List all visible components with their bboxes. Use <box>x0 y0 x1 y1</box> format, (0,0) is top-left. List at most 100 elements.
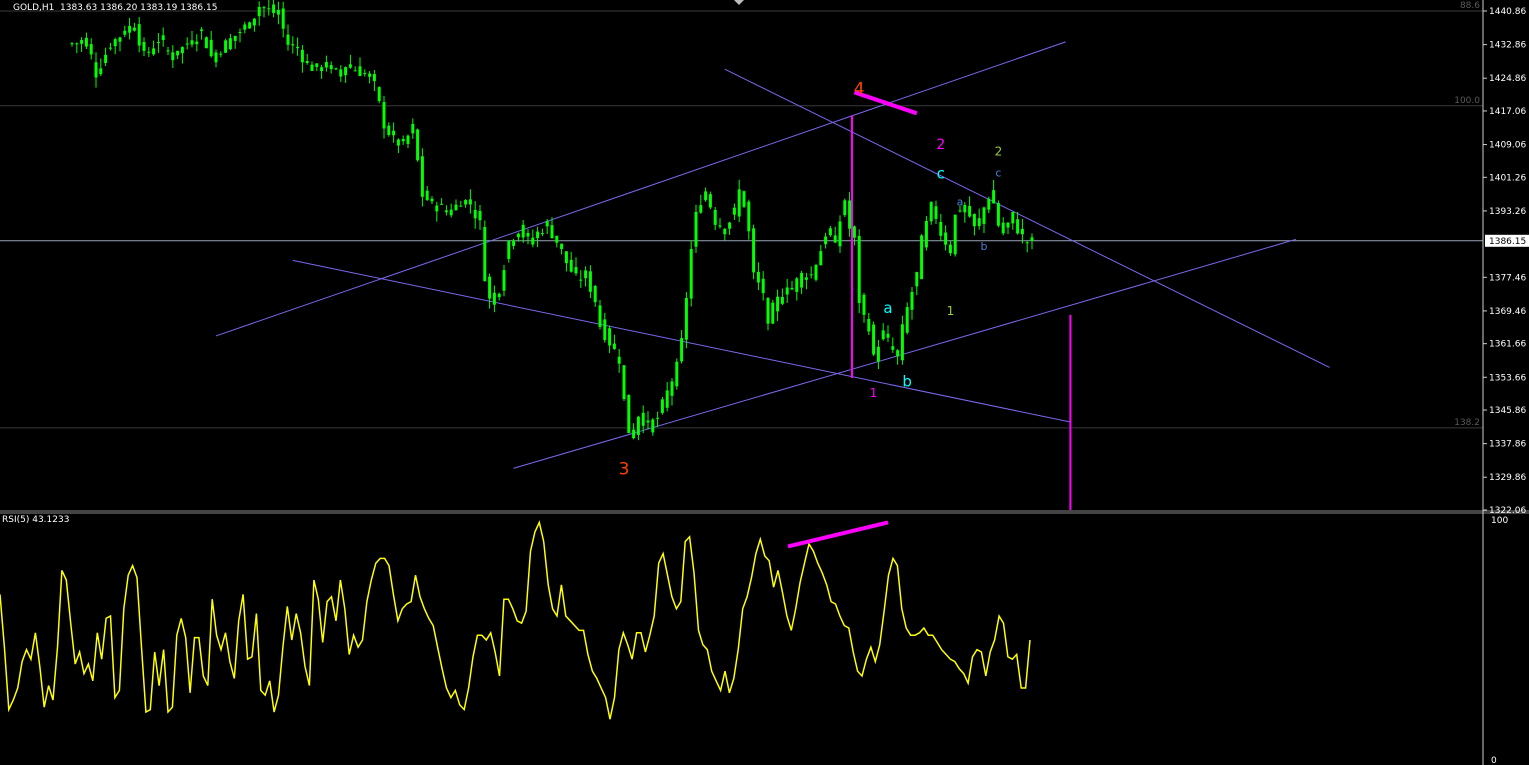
candle-body <box>872 324 876 355</box>
candle-body <box>920 235 924 280</box>
candle-body <box>1016 219 1020 234</box>
candle-body <box>185 43 189 45</box>
candle-body <box>454 204 458 210</box>
candle-body <box>416 129 420 161</box>
candle-body <box>248 22 252 29</box>
candle-body <box>80 40 84 44</box>
candle-body <box>252 18 256 26</box>
candle-body <box>161 35 165 41</box>
candle-body <box>425 190 429 201</box>
candle-body <box>411 123 415 134</box>
candle-body <box>809 274 813 276</box>
candle-body <box>675 361 679 387</box>
candle-body <box>449 209 453 216</box>
candle-body <box>896 350 900 357</box>
candle-body <box>771 302 775 324</box>
candle-body <box>560 243 564 250</box>
candle-body <box>363 72 367 75</box>
candle-body <box>670 381 674 396</box>
candle-body <box>396 139 400 146</box>
candle-body <box>70 43 74 45</box>
candle-body <box>723 228 727 235</box>
candle-body <box>502 270 506 291</box>
candle-body <box>550 225 554 239</box>
candle-body <box>752 228 756 273</box>
candle-body <box>761 278 765 294</box>
candle-body <box>353 70 357 72</box>
candle-body <box>195 41 199 45</box>
candle-body <box>387 125 391 136</box>
fib-label: 100.0 <box>1454 96 1480 106</box>
candle-body <box>84 37 88 47</box>
candle-body <box>344 67 348 76</box>
candle-body <box>305 60 309 64</box>
candle-body <box>315 63 319 67</box>
candle-body <box>972 214 976 227</box>
candle-body <box>876 346 880 362</box>
price-tick-label: 1417.06 <box>1489 107 1526 117</box>
candle-body <box>598 305 602 327</box>
ohlc-readout: 1383.63 1386.20 1383.19 1386.15 <box>60 3 218 13</box>
candle-body <box>651 419 655 433</box>
candle-body <box>824 236 828 245</box>
candle-body <box>329 65 333 70</box>
candle-body <box>368 73 372 77</box>
candle-body <box>996 203 1000 226</box>
candle-body <box>507 241 511 259</box>
candle-body <box>123 30 127 35</box>
candle-body <box>627 394 631 434</box>
candle-body <box>862 294 866 315</box>
wave-label: 2 <box>995 144 1003 158</box>
candle-body <box>963 204 967 213</box>
candle-body <box>968 205 972 217</box>
candle-body <box>497 293 501 298</box>
rsi-label: RSI(5) 43.1233 <box>2 515 70 525</box>
candle-body <box>1030 237 1034 241</box>
wave-label: b <box>902 372 912 390</box>
candle-body <box>204 37 208 49</box>
candle-body <box>219 53 223 55</box>
candle-body <box>435 205 439 212</box>
candle-body <box>444 210 448 213</box>
candle-body <box>713 209 717 225</box>
chart-canvas[interactable]: 88.6 100.0 138.2 4 3 2 1 c a b 2 1 a c b 1440.86 1432.86… <box>0 0 1529 765</box>
candle-body <box>660 399 664 413</box>
candle-body <box>684 297 688 340</box>
trendline <box>215 41 1066 337</box>
fib-label: 88.6 <box>1460 1 1480 11</box>
candle-body <box>372 74 376 82</box>
price-tick-label: 1345.86 <box>1489 406 1526 416</box>
candle-body <box>881 330 885 340</box>
candle-body <box>267 8 271 10</box>
price-tick-label: 1353.66 <box>1489 373 1526 383</box>
symbol-label: GOLD,H1 <box>13 3 55 13</box>
candle-body <box>224 40 228 53</box>
candle-body <box>1020 228 1024 235</box>
candle-body <box>689 249 693 299</box>
candle-body <box>147 51 151 53</box>
candle-body <box>656 417 660 419</box>
candle-body <box>406 135 410 144</box>
candle-body <box>915 272 919 287</box>
candle-body <box>200 29 204 31</box>
candle-body <box>632 429 636 439</box>
candle-body <box>843 200 847 216</box>
candle-body <box>233 35 237 41</box>
candle-body <box>128 25 132 33</box>
candle-body <box>1006 222 1010 228</box>
candle-body <box>886 333 890 338</box>
candle-body <box>776 296 780 312</box>
candle-body <box>310 64 314 71</box>
candle-body <box>584 270 588 279</box>
candle-body <box>608 328 612 346</box>
candle-body <box>555 235 559 243</box>
candle-body <box>228 38 232 50</box>
candle-body <box>401 138 405 142</box>
candle-body <box>238 32 242 34</box>
wave-label: 2 <box>936 137 945 153</box>
candle-body <box>473 209 477 219</box>
candle-body <box>694 211 698 247</box>
price-tick-label: 1393.26 <box>1489 207 1526 217</box>
candle-body <box>900 324 904 361</box>
candle-body <box>953 214 957 255</box>
